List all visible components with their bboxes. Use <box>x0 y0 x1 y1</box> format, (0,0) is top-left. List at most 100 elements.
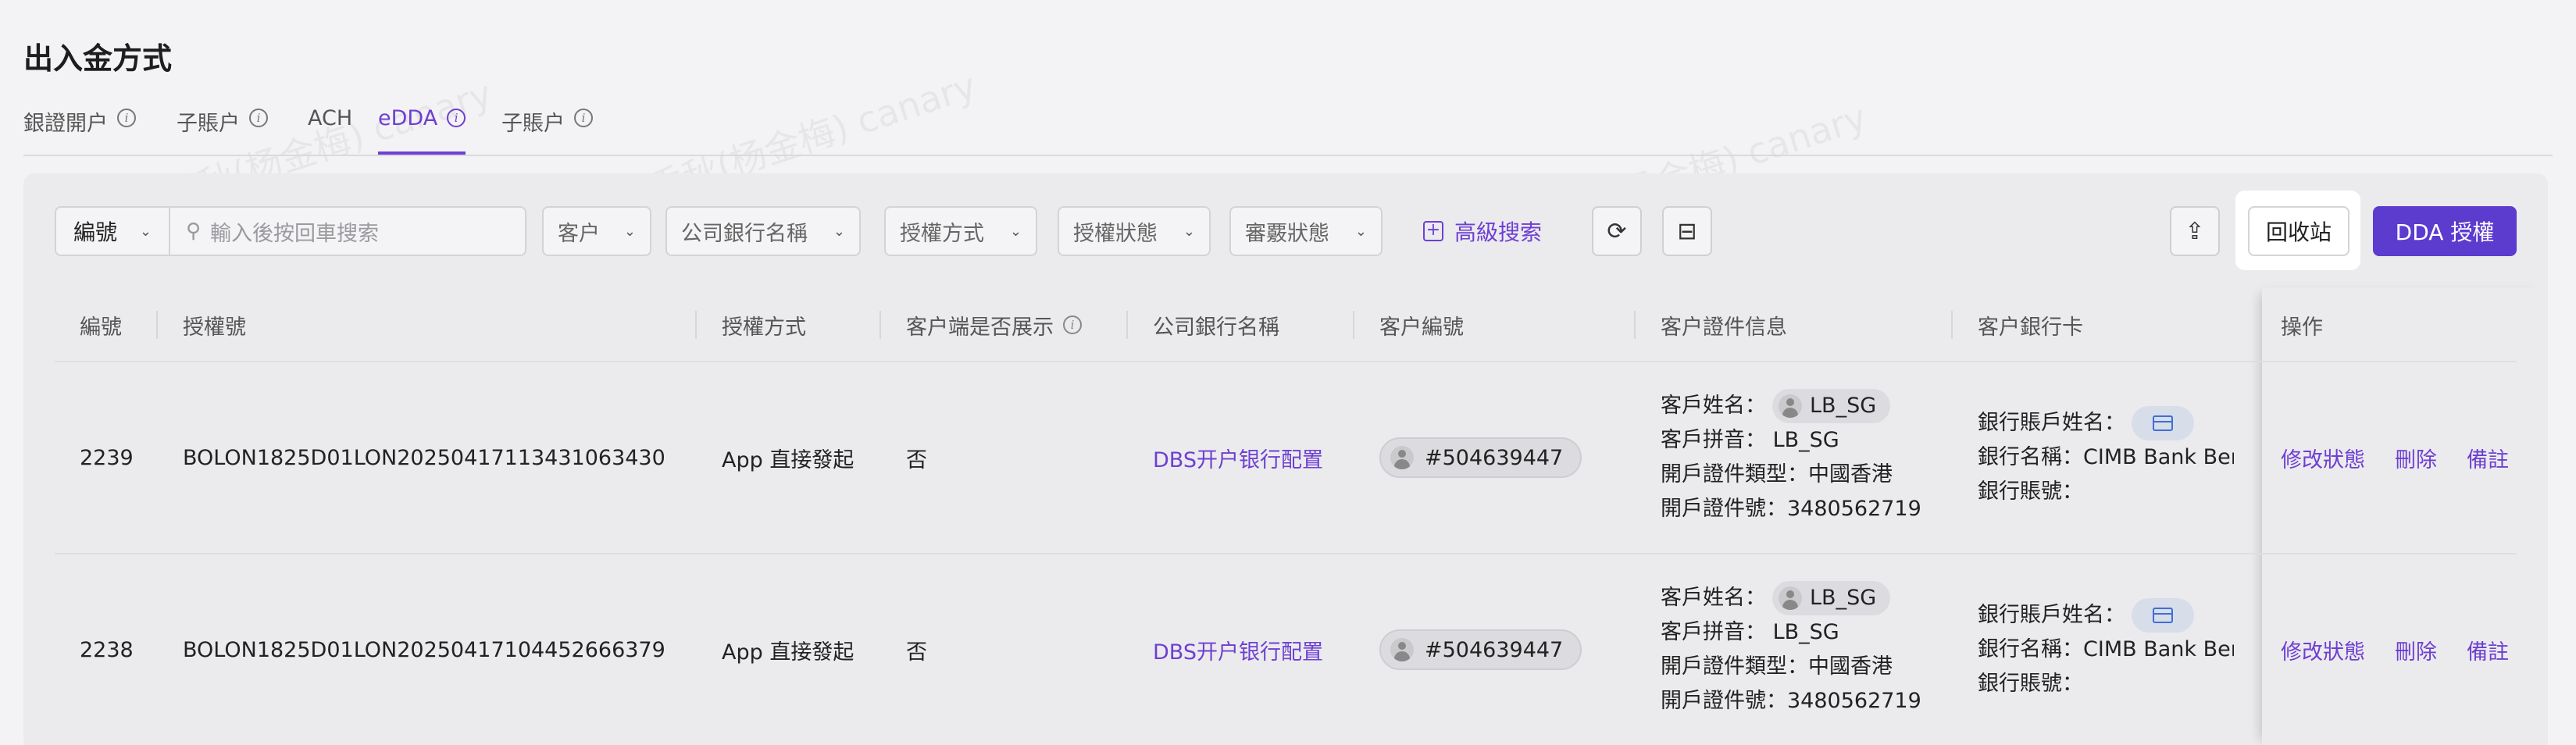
kv-label: 銀行賬號： <box>1978 672 2083 697</box>
export-button[interactable]: ⇪ <box>2170 206 2220 256</box>
kv-label: 客戶拼音： <box>1661 428 1766 453</box>
toolbox-button[interactable]: ⊟ <box>1662 206 1712 256</box>
kv-value: LB_SG <box>1772 428 1839 453</box>
filter-review-status[interactable]: 審覈狀態 ⌄ <box>1229 206 1383 256</box>
info-icon[interactable]: i <box>1063 315 1082 334</box>
chevron-down-icon: ⌄ <box>833 223 845 240</box>
chevron-down-icon: ⌄ <box>1009 223 1022 240</box>
kv-acct-no: 銀行賬號： <box>1978 475 2234 509</box>
chevron-down-icon: ⌄ <box>1354 223 1367 240</box>
customer-no: #504639447 <box>1425 445 1564 470</box>
col-customer-no: 客户編號 <box>1353 287 1464 362</box>
cell-auth-method: App 直接發起 <box>722 447 855 472</box>
modify-status-link[interactable]: 修改狀態 <box>2281 635 2365 665</box>
filter-auth-method[interactable]: 授權方式 ⌄ <box>884 206 1037 256</box>
col-client-display: 客户端是否展示 i <box>879 287 1082 362</box>
tab-edda[interactable]: eDDA i <box>378 106 466 155</box>
search-icon: ⚲ <box>186 219 202 243</box>
dda-authorize-button[interactable]: DDA 授權 <box>2373 206 2517 256</box>
column-divider <box>1951 311 1953 339</box>
recycle-bin-button[interactable]: 回收站 <box>2248 206 2349 256</box>
cell-actions: 修改狀態 刪除 備註 <box>2281 362 2509 553</box>
tab-label: eDDA <box>378 106 438 130</box>
filter-customer[interactable]: 客户 ⌄ <box>542 206 651 256</box>
kv-label: 開戶證件號： <box>1661 689 1787 714</box>
customer-name-chip[interactable]: LB_SG <box>1772 389 1891 424</box>
company-bank-link[interactable]: DBS开户银行配置 <box>1153 554 1323 745</box>
filter-label: 公司銀行名稱 <box>681 221 808 246</box>
kv-label: 客戶姓名： <box>1661 585 1766 610</box>
advanced-search-button[interactable]: + 高級搜索 <box>1423 206 1542 256</box>
kv-bank-name: 銀行名稱：CIMB Bank Ber <box>1978 633 2234 667</box>
credit-card-icon <box>2153 608 2173 624</box>
table-header: 編號 授權號 授權方式 客户端是否展示 i 公司銀行名稱 客户編號 客户證件信息 … <box>55 287 2517 362</box>
col-customer-id-info: 客户證件信息 <box>1634 287 1787 362</box>
kv-label: 銀行名稱： <box>1978 445 2083 470</box>
delete-link[interactable]: 刪除 <box>2395 635 2437 665</box>
tab-sub-account[interactable]: 子賬户 i <box>177 106 268 155</box>
chevron-down-icon: ⌄ <box>1183 223 1195 240</box>
credit-card-icon <box>2153 415 2173 432</box>
filter-company-bank[interactable]: 公司銀行名稱 ⌄ <box>665 206 861 256</box>
chevron-down-icon: ⌄ <box>623 223 636 240</box>
customer-name: LB_SG <box>1810 586 1877 611</box>
info-icon: i <box>447 109 466 127</box>
avatar <box>1390 638 1414 661</box>
toolbar: 編號 ⌄ ⚲ 輸入後按回車搜索 客户 ⌄ 公司銀行名稱 ⌄ 授權方式 ⌄ 授權狀… <box>23 173 2548 283</box>
delete-link[interactable]: 刪除 <box>2395 443 2437 473</box>
modify-status-link[interactable]: 修改狀態 <box>2281 443 2365 473</box>
cell-customer-no: #504639447 <box>1379 554 1582 745</box>
search-combo: 編號 ⌄ ⚲ 輸入後按回車搜索 <box>55 206 526 256</box>
kv-pinyin: 客戶拼音： LB_SG <box>1661 423 1921 458</box>
kv-label: 客戶姓名： <box>1661 393 1766 418</box>
refresh-icon: ⟳ <box>1607 217 1627 245</box>
cell-id: 2238 <box>80 637 134 662</box>
kv-acct-name: 銀行賬戶姓名： <box>1978 406 2234 441</box>
info-icon: i <box>249 109 268 127</box>
column-divider <box>1126 311 1128 339</box>
cell-customer-bankcard: 銀行賬戶姓名： 銀行名稱：CIMB Bank Ber 銀行賬號： <box>1978 362 2234 553</box>
col-label: 客户證件信息 <box>1661 315 1787 340</box>
customer-chip[interactable]: #504639447 <box>1379 437 1582 478</box>
plus-square-icon: + <box>1423 221 1443 241</box>
avatar <box>1390 446 1414 469</box>
cell-actions: 修改狀態 刪除 備註 <box>2281 554 2509 745</box>
bankcard-chip[interactable] <box>2132 598 2194 633</box>
kv-id-type: 開戶證件類型：中國香港 <box>1661 458 1921 492</box>
toolbox-icon: ⊟ <box>1677 217 1697 245</box>
tab-label: 子賬户 <box>501 112 565 136</box>
filter-auth-status[interactable]: 授權狀態 ⌄ <box>1058 206 1211 256</box>
tab-ach[interactable]: ACH <box>308 106 352 155</box>
kv-name: 客戶姓名： LB_SG <box>1661 389 1921 424</box>
filter-label: 授權方式 <box>900 221 984 246</box>
kv-id-type: 開戶證件類型：中國香港 <box>1661 650 1921 684</box>
remark-link[interactable]: 備註 <box>2467 443 2509 473</box>
cell-auth-method: App 直接發起 <box>722 640 855 665</box>
kv-value: 3480562719 <box>1787 689 1921 714</box>
kv-value: CIMB Bank Ber <box>2083 445 2234 470</box>
edda-table: 編號 授權號 授權方式 客户端是否展示 i 公司銀行名稱 客户編號 客户證件信息 … <box>55 287 2548 745</box>
search-field-select[interactable]: 編號 ⌄ <box>56 208 170 255</box>
col-label: 客户編號 <box>1379 315 1464 340</box>
kv-pinyin: 客戶拼音： LB_SG <box>1661 615 1921 650</box>
kv-label: 銀行賬戶姓名： <box>1978 410 2125 435</box>
remark-link[interactable]: 備註 <box>2467 635 2509 665</box>
customer-name-chip[interactable]: LB_SG <box>1772 581 1891 616</box>
search-input[interactable]: 輸入後按回車搜索 <box>210 216 379 247</box>
customer-no: #504639447 <box>1425 637 1564 662</box>
cell-client-display: 否 <box>906 447 927 472</box>
tab-securities-account[interactable]: 銀證開户 i <box>23 106 136 155</box>
customer-chip[interactable]: #504639447 <box>1379 629 1582 670</box>
tab-sub-account-2[interactable]: 子賬户 i <box>501 106 593 155</box>
col-auth-method: 授權方式 <box>695 287 806 362</box>
cell-client-display: 否 <box>906 640 927 665</box>
kv-label: 開戶證件類型： <box>1661 654 1808 679</box>
kv-value: 3480562719 <box>1787 497 1921 522</box>
kv-label: 開戶證件類型： <box>1661 462 1808 487</box>
company-bank-link[interactable]: DBS开户银行配置 <box>1153 362 1323 553</box>
kv-acct-no: 銀行賬號： <box>1978 667 2234 701</box>
refresh-button[interactable]: ⟳ <box>1592 206 1642 256</box>
bankcard-chip[interactable] <box>2132 406 2194 441</box>
filter-label: 審覈狀態 <box>1245 221 1329 246</box>
column-divider <box>695 311 697 339</box>
